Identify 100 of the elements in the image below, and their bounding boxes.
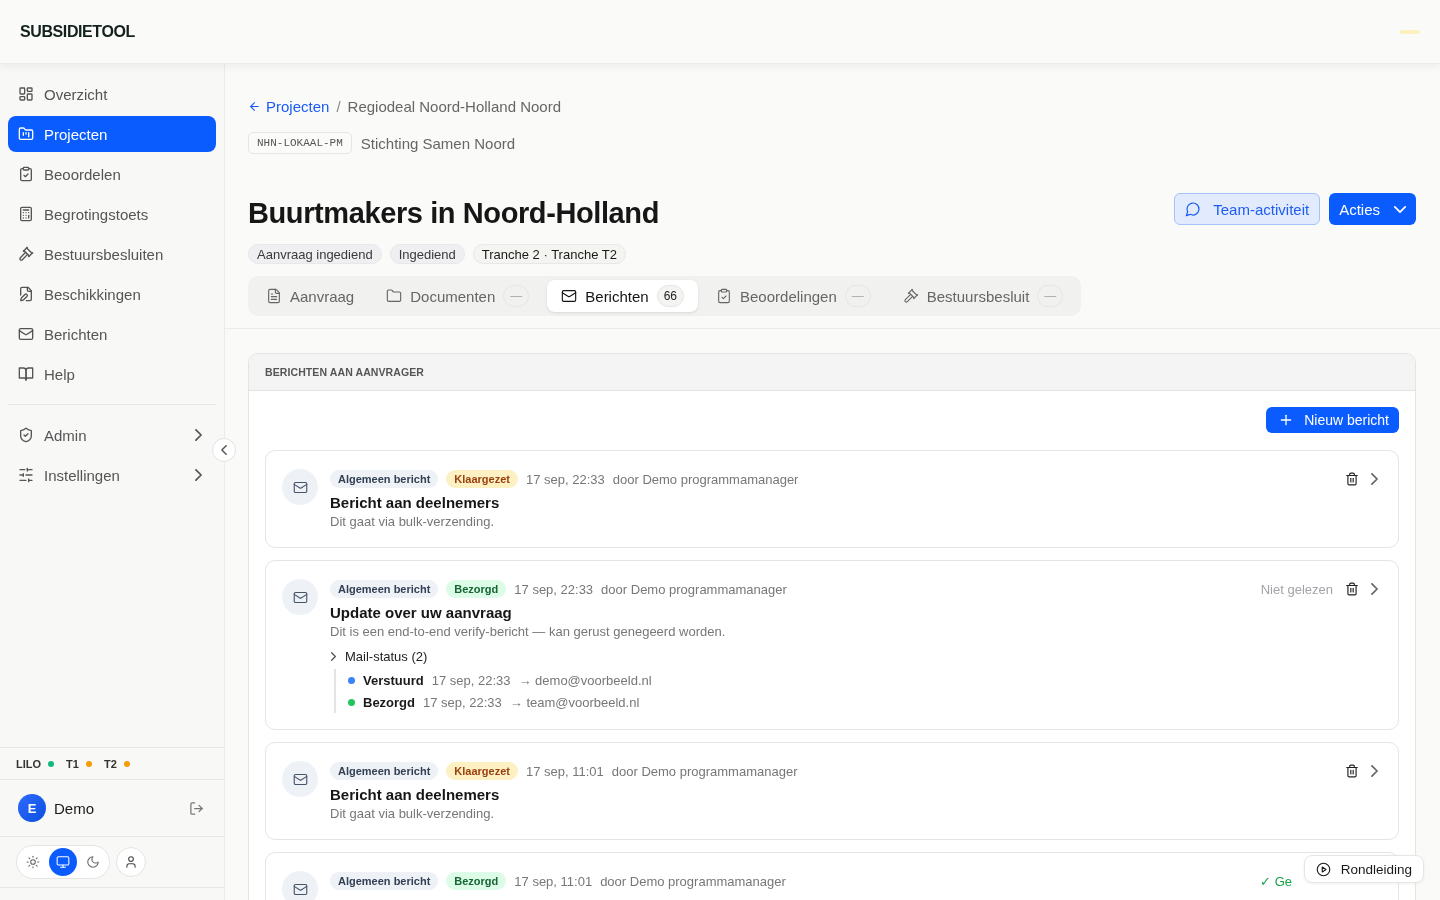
chevron-right-icon [331, 651, 336, 661]
mail-status-toggle[interactable]: Mail-status (2) [330, 646, 428, 666]
nav-item[interactable]: Overzicht [8, 76, 216, 112]
message-date: 17 sep, 22:33 [514, 581, 594, 597]
category-tag: Algemeen bericht [330, 580, 439, 598]
trash-icon[interactable] [1345, 582, 1359, 596]
document-icon [266, 288, 282, 304]
user-avatar: E [18, 794, 46, 822]
logout-icon[interactable] [189, 800, 204, 816]
envelope-icon [282, 579, 318, 615]
hammer-icon [18, 246, 34, 262]
category-tag: Algemeen bericht [330, 762, 439, 780]
panel-title: BERICHTEN AAN AANVRAGER [265, 366, 425, 378]
chevron-down-icon [1394, 205, 1406, 213]
delivery-status: Verstuurd [363, 672, 424, 688]
category-tag: Algemeen bericht [330, 872, 439, 890]
moon-icon [86, 855, 100, 869]
project-title: Buurtmakers in Noord-Holland [248, 196, 659, 231]
arrow-left-icon [248, 99, 261, 113]
read-status: Niet gelezen [1260, 581, 1333, 597]
read-status: ✓ Ge [1260, 873, 1292, 889]
clipboard-check-icon [18, 166, 34, 182]
message-preview: Dit is een end-to-end verify-bericht — kan gerust genegeerd worden. [330, 623, 727, 641]
profile-button[interactable] [116, 847, 146, 877]
category-tag: Algemeen bericht [330, 470, 439, 488]
back-link[interactable]: Projecten [248, 97, 330, 115]
status-tag: Klaargezet [446, 470, 518, 488]
project-tag: Ingediend [389, 244, 465, 264]
chevron-right-icon[interactable] [1371, 765, 1378, 777]
user-name: Demo [54, 799, 95, 817]
count-badge: 66 [656, 285, 684, 307]
status-tag: Bezorgd [446, 872, 507, 890]
chevron-right-icon[interactable] [1371, 473, 1378, 485]
message-title: Bericht aan deelnemers [330, 493, 501, 513]
theme-option-button[interactable] [49, 848, 77, 876]
team-activity-button[interactable]: Team-activiteit [1174, 193, 1321, 225]
tour-button[interactable]: Rondleiding [1303, 855, 1424, 883]
nav-item[interactable]: Bestuursbesluiten [8, 236, 216, 272]
chevron-right-icon[interactable] [1371, 583, 1378, 595]
recipient-address: → demo@voorbeeld.nl [518, 672, 652, 688]
status-tag: Klaargezet [446, 762, 518, 780]
chevron-left-icon [221, 445, 227, 455]
user-icon [124, 855, 138, 869]
project-tag: Aanvraag ingediend [248, 244, 382, 264]
actions-button[interactable]: Acties [1329, 193, 1416, 225]
nav-item[interactable]: Beschikkingen [8, 276, 216, 312]
tab[interactable]: Berichten 66 [547, 280, 698, 312]
header-indicator [1400, 29, 1420, 34]
message-date: 17 sep, 22:33 [525, 471, 605, 487]
message-date: 17 sep, 11:01 [514, 873, 593, 889]
environment-label: T1 [66, 757, 79, 770]
nav-group[interactable]: Instellingen [8, 457, 216, 493]
message-date: 17 sep, 11:01 [525, 763, 604, 779]
nav-group[interactable]: Admin [8, 417, 216, 453]
book-icon [18, 366, 34, 382]
organisation-name: Stichting Samen Noord [360, 134, 516, 152]
breadcrumb-current: Regiodeal Noord-Holland Noord [347, 97, 561, 115]
app-logo[interactable]: SUBSIDIETOOL [20, 22, 135, 41]
message-author: door Demo programmamanager [600, 873, 786, 889]
sun-icon [26, 855, 40, 869]
message-title: Update over uw aanvraag [330, 603, 513, 623]
speech-bubble-icon [1185, 201, 1202, 217]
clipboard-check-icon [716, 288, 732, 304]
message-card[interactable]: Algemeen bericht Klaargezet 17 sep, 11:01 door Demo programmamanager Bericht aan deelnemers Dit gaat via bulk-verzending. [265, 742, 1399, 840]
envelope-icon [282, 871, 318, 900]
envelope-icon [18, 326, 34, 342]
envelope-icon [282, 761, 318, 797]
shield-check-icon [18, 427, 34, 443]
delivery-date: 17 sep, 22:33 [431, 672, 511, 688]
hammer-icon [902, 288, 919, 304]
message-author: door Demo programmamanager [601, 581, 787, 597]
envelope-icon [282, 469, 318, 505]
delivery-date: 17 sep, 22:33 [423, 694, 502, 710]
nav-item[interactable]: Projecten [8, 116, 216, 152]
project-tag: Tranche 2 · Tranche T2 [472, 244, 626, 264]
environment-label: T2 [103, 757, 117, 770]
dashboard-grid-icon [18, 86, 34, 102]
message-author: door Demo programmamanager [612, 471, 799, 487]
message-preview: Dit gaat via bulk-verzending. [330, 513, 496, 531]
nav-item[interactable]: Help [8, 356, 216, 392]
tab[interactable]: Beoordelingen — [702, 280, 885, 312]
breadcrumb-separator: / [336, 97, 341, 115]
environment-label: LILO [16, 757, 42, 770]
delivery-status: Bezorgd [363, 694, 415, 710]
nav-item[interactable]: Begrotingstoets [8, 196, 216, 232]
message-author: door Demo programmamanager [611, 763, 798, 779]
folder-icon [386, 288, 403, 304]
trash-icon[interactable] [1345, 472, 1359, 486]
tab[interactable]: Documenten — [372, 280, 544, 312]
sliders-icon [18, 467, 34, 483]
calculator-icon [18, 206, 34, 222]
tab[interactable]: Bestuursbesluit — [888, 280, 1078, 312]
trash-icon[interactable] [1345, 764, 1359, 778]
message-card[interactable]: Algemeen bericht Klaargezet 17 sep, 22:33 door Demo programmamanager Bericht aan deelnemers Dit gaat via bulk-verzending. [265, 450, 1399, 548]
collapse-sidebar-button[interactable] [212, 438, 236, 462]
nav-item[interactable]: Berichten [8, 316, 216, 352]
new-message-button[interactable]: Nieuw bericht [1266, 407, 1399, 433]
nav-item[interactable]: Beoordelen [8, 156, 216, 192]
monitor-icon [56, 855, 70, 869]
tab[interactable]: Aanvraag [252, 280, 369, 312]
